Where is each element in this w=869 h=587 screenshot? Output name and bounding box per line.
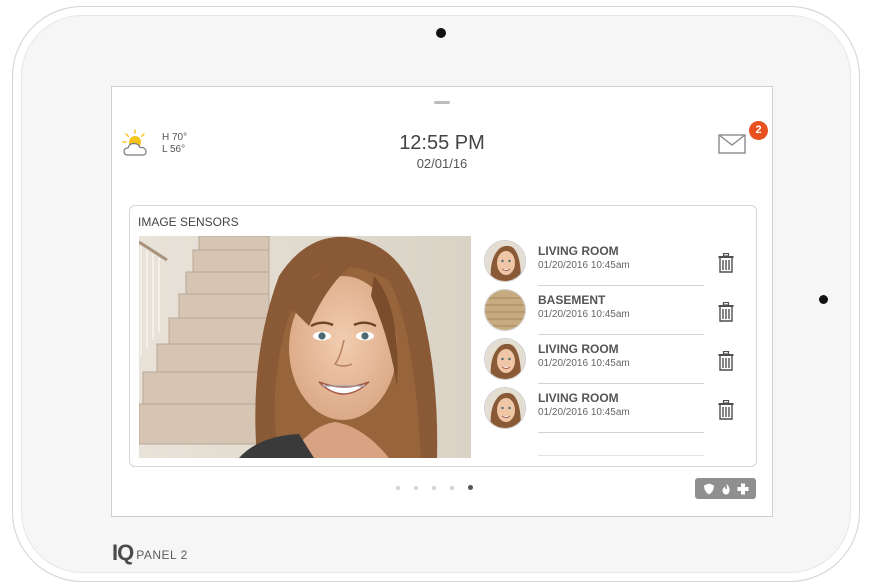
row-divider <box>538 432 704 433</box>
sensor-event-row[interactable]: LIVING ROOM 01/20/2016 10:45am <box>482 239 747 288</box>
mail-icon[interactable] <box>718 133 746 155</box>
image-sensors-card: IMAGE SENSORS LIVING ROOM 01/20/2016 10:… <box>129 205 757 467</box>
brand-name: PANEL 2 <box>136 548 188 562</box>
event-timestamp: 01/20/2016 10:45am <box>538 260 630 271</box>
event-timestamp: 01/20/2016 10:45am <box>538 309 630 320</box>
touch-screen: H 70° L 56° 12:55 PM 02/01/16 2 IMAGE SE… <box>111 86 773 517</box>
front-camera-lens <box>436 28 446 38</box>
clock-widget: 12:55 PM 02/01/16 <box>342 131 542 173</box>
page-indicator <box>396 485 473 490</box>
row-divider <box>538 285 704 286</box>
medical-cross-icon <box>737 483 748 494</box>
event-thumbnail[interactable] <box>484 240 526 282</box>
delete-trash-icon[interactable] <box>718 399 734 420</box>
pull-down-handle[interactable] <box>434 101 450 104</box>
weather-widget[interactable]: H 70° L 56° <box>122 129 187 159</box>
event-thumbnail[interactable] <box>484 289 526 331</box>
page-dot[interactable] <box>450 485 454 490</box>
camera-snapshot-image[interactable] <box>139 236 471 458</box>
temperature-high: H 70° <box>162 132 188 143</box>
sensor-event-row[interactable]: BASEMENT 01/20/2016 10:45am <box>482 288 747 337</box>
sensor-event-row[interactable]: LIVING ROOM 01/20/2016 10:45am <box>482 337 747 386</box>
fire-icon <box>722 483 730 494</box>
row-divider <box>538 383 704 384</box>
page-dot-active[interactable] <box>468 485 473 490</box>
temperature-low: L 56° <box>162 144 186 155</box>
shield-icon <box>703 483 714 494</box>
event-room-name: LIVING ROOM <box>538 391 619 405</box>
event-thumbnail[interactable] <box>484 338 526 380</box>
event-room-name: LIVING ROOM <box>538 244 619 258</box>
event-timestamp: 01/20/2016 10:45am <box>538 407 630 418</box>
row-divider <box>538 334 704 335</box>
brand-logo-mark: IQ <box>112 540 134 565</box>
list-end-divider <box>538 455 704 456</box>
sensor-event-list: LIVING ROOM 01/20/2016 10:45am BASEMENT … <box>482 239 747 456</box>
event-timestamp: 01/20/2016 10:45am <box>538 358 630 369</box>
event-room-name: LIVING ROOM <box>538 342 619 356</box>
delete-trash-icon[interactable] <box>718 350 734 371</box>
event-thumbnail[interactable] <box>484 387 526 429</box>
partly-cloudy-icon <box>122 129 147 156</box>
page-dot[interactable] <box>432 485 436 490</box>
notification-count-badge[interactable]: 2 <box>749 121 768 140</box>
delete-trash-icon[interactable] <box>718 301 734 322</box>
page-dot[interactable] <box>396 485 400 490</box>
sensor-event-row[interactable]: LIVING ROOM 01/20/2016 10:45am <box>482 386 747 435</box>
current-date: 02/01/16 <box>416 156 468 171</box>
card-title: IMAGE SENSORS <box>138 215 239 229</box>
event-room-name: BASEMENT <box>538 293 606 307</box>
quick-actions-button[interactable] <box>695 478 756 499</box>
brand-logo: IQ PANEL 2 <box>112 540 188 566</box>
side-sensor-lens <box>819 295 828 304</box>
current-time: 12:55 PM <box>399 132 485 154</box>
page-dot[interactable] <box>414 485 418 490</box>
delete-trash-icon[interactable] <box>718 252 734 273</box>
